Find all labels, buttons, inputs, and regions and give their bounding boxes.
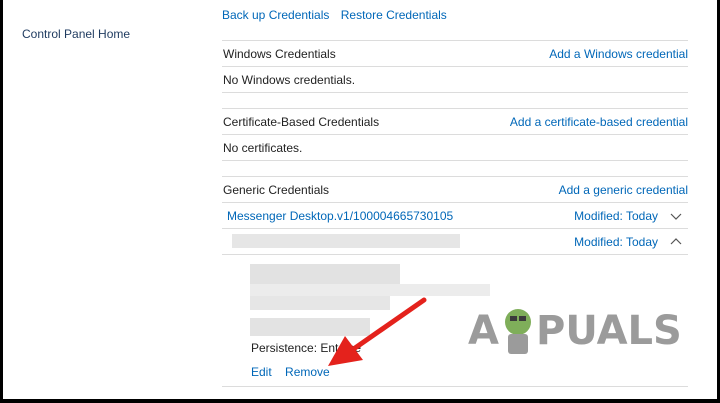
credential-meta: Modified: Today — [574, 235, 688, 249]
redacted-name-block — [232, 234, 460, 248]
add-certificate-credential-link[interactable]: Add a certificate-based credential — [510, 115, 688, 129]
watermark-text-right: PUALS — [536, 308, 682, 354]
add-generic-credential-link[interactable]: Add a generic credential — [559, 183, 688, 197]
redacted-field — [250, 264, 400, 284]
redacted-field — [250, 296, 390, 310]
appuals-watermark: A PUALS — [468, 308, 682, 354]
restore-credentials-link[interactable]: Restore Credentials — [341, 8, 447, 22]
persistence-row: Persistence: Ent...se — [251, 341, 361, 355]
add-windows-credential-link[interactable]: Add a Windows credential — [549, 47, 688, 61]
chevron-up-icon[interactable] — [668, 236, 684, 248]
credential-actions: Edit Remove — [251, 365, 340, 379]
generic-credentials-title: Generic Credentials — [223, 182, 330, 197]
credential-meta: Modified: Today — [574, 209, 688, 223]
certificate-credentials-section: Certificate-Based Credentials Add a cert… — [222, 108, 688, 161]
control-panel-home-link[interactable]: Control Panel Home — [22, 27, 130, 41]
generic-credentials-header: Generic Credentials Add a generic creden… — [222, 177, 688, 203]
credential-modified: Modified: Today — [574, 208, 658, 223]
persistence-value: Ent...se — [320, 341, 362, 355]
redacted-field — [250, 284, 490, 296]
watermark-text-left: A — [468, 308, 499, 354]
windows-credentials-title: Windows Credentials — [223, 46, 336, 61]
left-navigation: Control Panel Home — [3, 0, 203, 399]
generic-credential-row[interactable]: Messenger Desktop.v1/100004665730105 Mod… — [222, 203, 688, 229]
certificate-credentials-empty: No certificates. — [222, 135, 688, 161]
certificate-credentials-header: Certificate-Based Credentials Add a cert… — [222, 109, 688, 135]
windows-credentials-section: Windows Credentials Add a Windows creden… — [222, 40, 688, 93]
redacted-field — [250, 318, 370, 336]
edit-link[interactable]: Edit — [251, 365, 272, 379]
persistence-label: Persistence: — [251, 341, 318, 355]
credential-name: Messenger Desktop.v1/100004665730105 — [227, 208, 454, 223]
windows-credentials-empty: No Windows credentials. — [222, 67, 688, 93]
chevron-down-icon[interactable] — [668, 210, 684, 222]
backup-credentials-link[interactable]: Back up Credentials — [222, 8, 329, 22]
certificate-credentials-title: Certificate-Based Credentials — [223, 114, 380, 129]
credential-modified: Modified: Today — [574, 234, 658, 249]
divider — [222, 386, 688, 387]
mascot-icon — [505, 309, 531, 354]
credential-manager-window: Control Panel Home Back up Credentials R… — [3, 0, 717, 399]
remove-link[interactable]: Remove — [285, 365, 330, 379]
windows-credentials-header: Windows Credentials Add a Windows creden… — [222, 41, 688, 67]
backup-restore-links: Back up Credentials Restore Credentials — [222, 8, 455, 22]
